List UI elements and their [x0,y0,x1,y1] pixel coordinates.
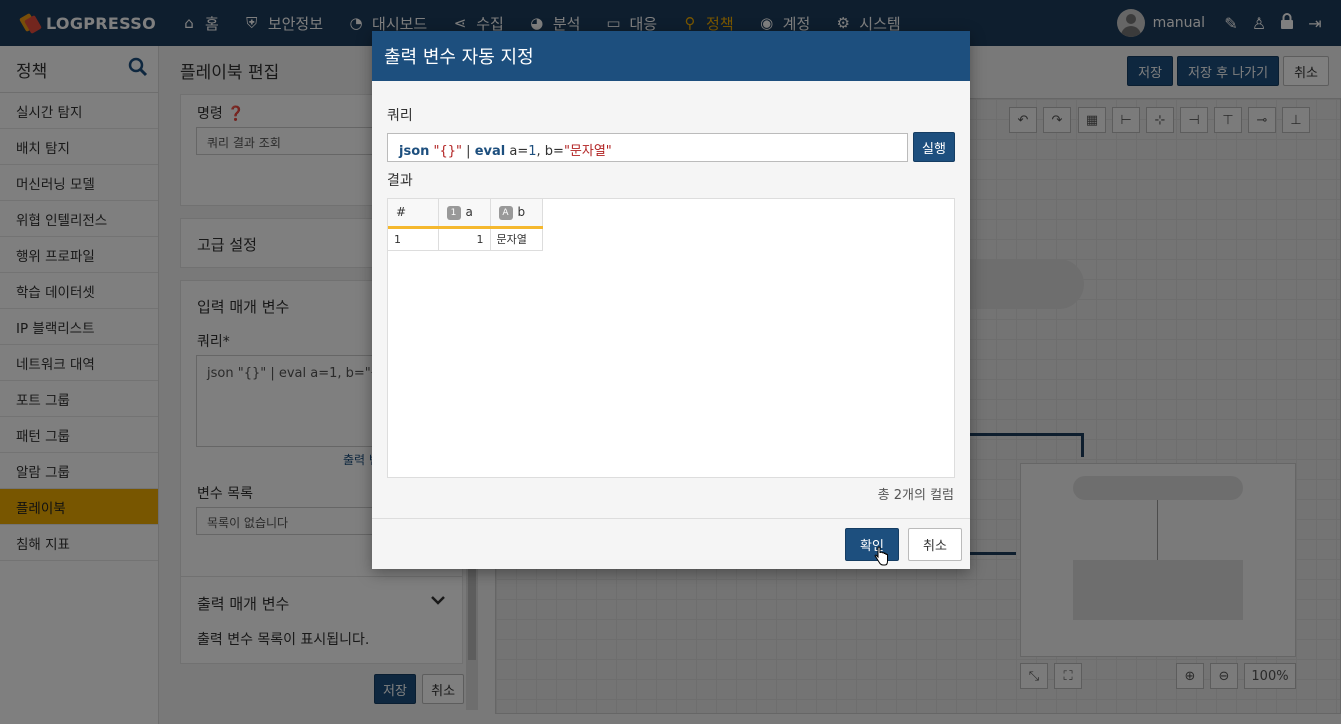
result-label: 결과 [387,173,413,189]
query-string: "문자열" [563,144,612,159]
query-pipe: | [462,144,475,159]
query-input[interactable]: json "{}" | eval a=1, b="문자열" [387,133,908,162]
query-text: a= [505,144,529,159]
modal-title: 출력 변수 자동 지정 [372,31,970,81]
query-text: , b= [536,144,564,159]
query-string: "{}" [433,144,463,159]
table-row: 1 1 문자열 [388,227,543,251]
hand-cursor-icon [874,546,888,566]
column-count: 총 2개의 컬럼 [877,488,954,503]
query-label: 쿼리 [387,108,413,124]
modal-body: 쿼리 json "{}" | eval a=1, b="문자열" 실행 결과 #… [372,81,970,518]
output-variable-modal: 출력 변수 자동 지정 쿼리 json "{}" | eval a=1, b="… [372,31,970,569]
table-cell: 문자열 [490,227,543,251]
ok-button[interactable]: 확인 [845,528,899,561]
result-grid: # 1a Ab 1 1 문자열 [387,198,955,478]
string-type-icon: A [498,205,513,220]
query-keyword: json [399,144,430,159]
column-header[interactable]: 1a [438,199,491,229]
column-header[interactable]: # [388,199,439,229]
number-type-icon: 1 [446,205,461,220]
query-number: 1 [528,144,537,159]
query-keyword: eval [474,144,506,159]
run-button[interactable]: 실행 [913,132,955,162]
table-cell: 1 [388,227,439,251]
modal-cancel-button[interactable]: 취소 [908,528,962,561]
table-cell: 1 [438,227,491,251]
column-header[interactable]: Ab [490,199,543,229]
